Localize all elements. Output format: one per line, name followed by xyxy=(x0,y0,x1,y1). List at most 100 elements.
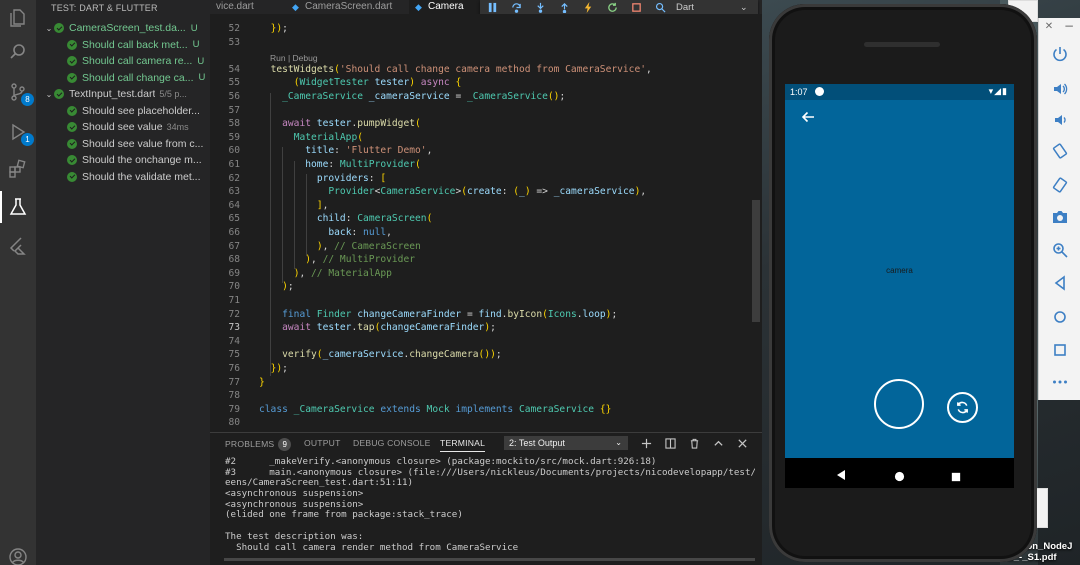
editor-scrollbar[interactable] xyxy=(752,200,760,322)
flutter-icon[interactable] xyxy=(6,234,30,258)
chevron-down-icon[interactable]: ⌄ xyxy=(740,3,758,13)
zoom-icon[interactable] xyxy=(1051,241,1069,259)
code-line[interactable]: 75 verify(_cameraService.changeCamera())… xyxy=(210,348,762,362)
more-options-icon[interactable] xyxy=(1051,373,1069,391)
restart-icon[interactable] xyxy=(600,0,624,15)
code-line[interactable]: 70 ); xyxy=(210,280,762,294)
power-icon[interactable] xyxy=(1051,45,1069,63)
tab-service-dart[interactable]: vice.dart xyxy=(210,0,285,14)
stop-icon[interactable] xyxy=(624,0,648,15)
line-code: ), // MaterialApp xyxy=(293,267,392,279)
code-line[interactable]: 73 await tester.tap(changeCameraFinder); xyxy=(210,321,762,335)
nav-home-icon[interactable] xyxy=(894,467,905,486)
code-line[interactable]: 79 class _CameraService extends Mock impl… xyxy=(210,403,762,417)
tab-output[interactable]: OUTPUT xyxy=(304,438,341,448)
pause-icon[interactable] xyxy=(480,0,504,15)
code-line[interactable]: 60 title: 'Flutter Demo', xyxy=(210,144,762,158)
tab-debug-console[interactable]: DEBUG CONSOLE xyxy=(353,438,431,448)
volume-down-icon[interactable] xyxy=(1051,111,1069,129)
code-line[interactable]: 77} xyxy=(210,376,762,390)
code-line[interactable]: 80 xyxy=(210,416,762,430)
line-number: 64 xyxy=(228,199,240,211)
code-line[interactable]: 64 ], xyxy=(210,199,762,213)
test-case-node[interactable]: Should the onchange m... xyxy=(36,152,210,168)
notification-icon xyxy=(815,87,824,96)
source-control-icon[interactable]: 8 xyxy=(6,80,34,106)
code-line[interactable]: 78 xyxy=(210,389,762,403)
debug-target-select[interactable]: Dart xyxy=(676,2,740,13)
step-into-icon[interactable] xyxy=(528,0,552,15)
nav-recents-icon[interactable] xyxy=(951,467,961,486)
hot-reload-icon[interactable] xyxy=(576,0,600,15)
trash-icon[interactable] xyxy=(686,435,702,451)
home-icon[interactable] xyxy=(1051,308,1069,326)
codelens-run-debug[interactable]: Run | Debug xyxy=(270,53,318,63)
explorer-icon[interactable] xyxy=(6,6,30,30)
rotate-left-icon[interactable] xyxy=(1051,142,1069,160)
test-case-node[interactable]: Should call back met... U xyxy=(36,37,210,53)
code-line[interactable]: 74 xyxy=(210,335,762,349)
terminal-output[interactable]: #2 _makeVerify.<anonymous closure> (pack… xyxy=(225,457,755,557)
test-case-node[interactable]: Should call camera re... U xyxy=(36,53,210,69)
test-file-node[interactable]: ⌄ TextInput_test.dart 5/5 p... xyxy=(36,86,210,102)
chevron-down-icon[interactable]: ⌄ xyxy=(44,24,54,33)
code-line[interactable]: 72 final Finder changeCameraFinder = fin… xyxy=(210,308,762,322)
tab-camerascreen-test[interactable]: ◆ Camera xyxy=(409,0,481,14)
terminal-select[interactable]: 2: Test Output ⌄ xyxy=(504,436,628,450)
code-line[interactable]: 57 xyxy=(210,104,762,118)
search-icon[interactable] xyxy=(6,40,30,64)
run-debug-icon[interactable]: 1 xyxy=(6,120,34,146)
code-line[interactable]: 52 }); xyxy=(210,22,762,36)
code-line[interactable]: 76 }); xyxy=(210,362,762,376)
step-over-icon[interactable] xyxy=(504,0,528,15)
close-icon[interactable]: ✕ xyxy=(1043,20,1055,32)
camera-icon[interactable] xyxy=(1051,208,1069,226)
close-panel-icon[interactable] xyxy=(734,435,750,451)
test-case-node[interactable]: Should see value from c... xyxy=(36,136,210,152)
code-line[interactable]: 54 testWidgets('Should call change camer… xyxy=(210,63,762,77)
code-line[interactable]: 69 ), // MaterialApp xyxy=(210,267,762,281)
volume-up-icon[interactable] xyxy=(1051,80,1069,98)
extensions-icon[interactable] xyxy=(6,157,30,181)
terminal-scrollbar[interactable] xyxy=(224,558,755,561)
test-case-node[interactable]: Should call change ca... U xyxy=(36,70,210,86)
code-line[interactable]: 59 MaterialApp( xyxy=(210,131,762,145)
testing-icon[interactable] xyxy=(0,191,30,223)
capture-button[interactable] xyxy=(874,379,924,429)
code-editor[interactable]: Run | Debug 52 }); 53 54 testWidgets('Shou… xyxy=(210,14,762,432)
back-icon[interactable] xyxy=(1051,274,1069,292)
rotate-right-icon[interactable] xyxy=(1051,176,1069,194)
switch-camera-button[interactable] xyxy=(947,392,978,423)
split-terminal-icon[interactable] xyxy=(662,435,678,451)
tab-problems[interactable]: PROBLEMS 9 xyxy=(225,438,292,451)
code-line[interactable]: 66 back: null, xyxy=(210,226,762,240)
overview-icon[interactable] xyxy=(1051,341,1069,359)
code-line[interactable]: 71 xyxy=(210,294,762,308)
add-terminal-icon[interactable] xyxy=(638,435,654,451)
step-out-icon[interactable] xyxy=(552,0,576,15)
code-line[interactable]: 61 home: MultiProvider( xyxy=(210,158,762,172)
back-arrow-icon[interactable] xyxy=(801,109,815,123)
flutter-inspector-icon[interactable] xyxy=(648,0,672,15)
code-line[interactable]: 53 xyxy=(210,36,762,50)
emulator-screen[interactable]: 1:07 ▾◢▮ camera xyxy=(785,84,1014,458)
code-line[interactable]: 62 providers: [ xyxy=(210,172,762,186)
code-line[interactable]: 55 (WidgetTester tester) async { xyxy=(210,76,762,90)
test-case-node[interactable]: Should see placeholder... xyxy=(36,103,210,119)
nav-back-icon[interactable] xyxy=(835,466,847,485)
test-case-node[interactable]: Should see value 34ms xyxy=(36,119,210,135)
test-file-node[interactable]: ⌄ CameraScreen_test.da... U xyxy=(36,20,210,36)
minimize-icon[interactable]: − xyxy=(1063,19,1075,33)
code-line[interactable]: 65 child: CameraScreen( xyxy=(210,212,762,226)
account-icon[interactable] xyxy=(6,545,30,565)
code-line[interactable]: 68 ), // MultiProvider xyxy=(210,253,762,267)
chevron-down-icon[interactable]: ⌄ xyxy=(44,90,54,99)
test-case-node[interactable]: Should the validate met... xyxy=(36,169,210,185)
code-line[interactable]: 56 _CameraService _cameraService = _Came… xyxy=(210,90,762,104)
code-line[interactable]: 67 ), // CameraScreen xyxy=(210,240,762,254)
code-line[interactable]: 58 await tester.pumpWidget( xyxy=(210,117,762,131)
tab-terminal[interactable]: TERMINAL xyxy=(440,438,486,452)
code-line[interactable]: 63 Provider<CameraService>(create: (_) =… xyxy=(210,185,762,199)
maximize-panel-icon[interactable] xyxy=(710,435,726,451)
tab-camerascreen-dart[interactable]: ◆ CameraScreen.dart xyxy=(286,0,408,14)
